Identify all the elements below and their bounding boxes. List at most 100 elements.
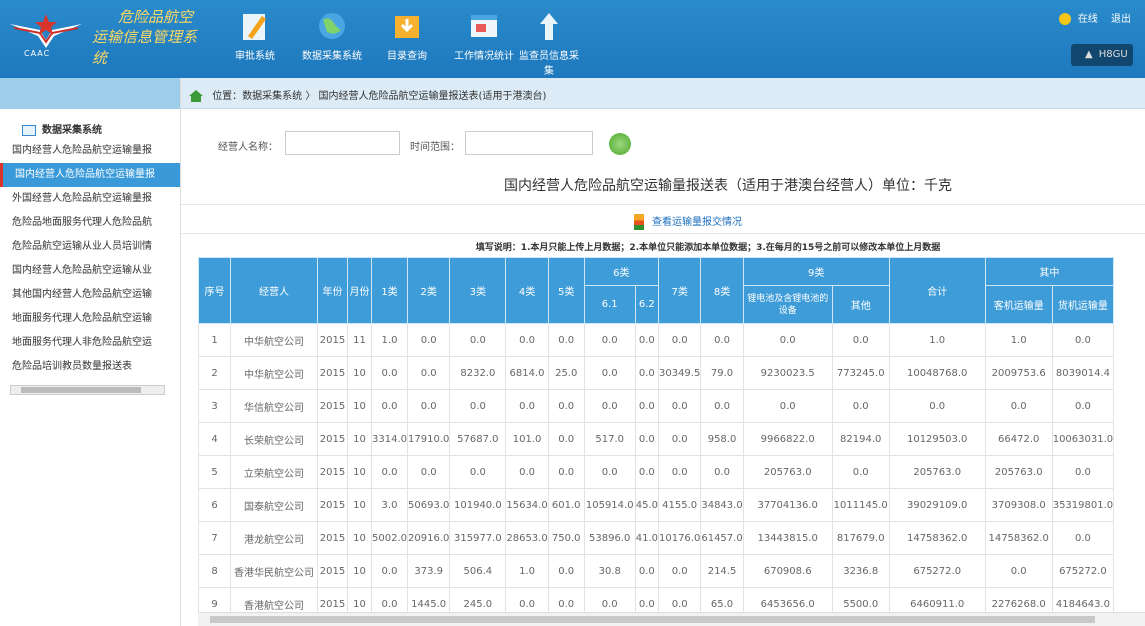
table-cell: 港龙航空公司 [230, 521, 318, 555]
table-cell: 11 [347, 323, 372, 357]
caac-wing-icon [10, 14, 82, 48]
online-status[interactable]: 在线 [1078, 14, 1098, 25]
table-cell: 30.8 [583, 554, 636, 588]
table-row[interactable]: 7 港龙航空公司 2015 10 5002.0 20916.0 315977.0 28653.… [198, 521, 1115, 555]
sidebar-item[interactable]: 危险品培训教员数量报送表 [0, 355, 180, 379]
table-cell: 0.0 [700, 389, 744, 423]
view-submission-link[interactable]: 查看运输量报交情况 [181, 204, 1145, 234]
table-cell: 205763.0 [742, 455, 833, 489]
table-cell: 7 [198, 521, 231, 555]
table-cell: 37704136.0 [742, 488, 833, 522]
table-cell: 82194.0 [831, 422, 890, 456]
tower-icon [540, 13, 558, 40]
table-cell: 0.0 [505, 455, 549, 489]
table-row[interactable]: 4 长荣航空公司 2015 10 3314.0 17910.0 57687.0 101.0 0.… [198, 422, 1115, 456]
table-cell: 2015 [317, 356, 348, 390]
th-class6: 6类 [583, 257, 659, 286]
time-label: 时间范围： [410, 142, 460, 153]
sidebar-scrollbar[interactable] [10, 385, 165, 395]
table-cell: 45.0 [634, 488, 659, 522]
th-class8: 8类 [700, 257, 744, 324]
nav-approval[interactable]: 审批系统 [233, 10, 277, 66]
table-cell: 53896.0 [583, 521, 636, 555]
th-class2: 2类 [406, 257, 451, 324]
table-cell: 10 [347, 422, 372, 456]
sidebar-item[interactable]: 危险品地面服务代理人危险品航 [0, 211, 180, 235]
sidebar-item[interactable]: 国内经营人危险品航空运输从业 [0, 259, 180, 283]
table-cell: 0.0 [742, 323, 833, 357]
table-cell: 立荣航空公司 [230, 455, 318, 489]
table-cell: 0.0 [371, 455, 408, 489]
nav-label: 审批系统 [235, 51, 275, 62]
table-cell: 9230023.5 [742, 356, 833, 390]
table-cell: 1.0 [984, 323, 1053, 357]
sidebar-item[interactable]: 其他国内经营人危险品航空运输 [0, 283, 180, 307]
table-cell: 2015 [317, 422, 348, 456]
table-cell: 0.0 [505, 323, 549, 357]
table-cell: 0.0 [449, 455, 507, 489]
table-row[interactable]: 5 立荣航空公司 2015 10 0.0 0.0 0.0 0.0 0.0 0.0 0.0 0.0 0.0… [198, 455, 1115, 489]
table-cell: 20916.0 [406, 521, 451, 555]
table-cell: 3236.8 [831, 554, 890, 588]
table-row[interactable]: 3 华信航空公司 2015 10 0.0 0.0 0.0 0.0 0.0 0.0 0.0 0.0 0.0… [198, 389, 1115, 423]
table-cell: 1.0 [888, 323, 986, 357]
table-row[interactable]: 8 香港华民航空公司 2015 10 0.0 373.9 506.4 1.0 0.0 30.8 0.… [198, 554, 1115, 588]
table-cell: 0.0 [371, 389, 408, 423]
table-cell: 0.0 [700, 455, 744, 489]
horizontal-scrollbar[interactable] [198, 612, 1145, 626]
sidebar-menu: 国内经营人危险品航空运输量报 国内经营人危险品航空运输量报 外国经营人危险品航空运输… [0, 139, 180, 379]
table-cell: 0.0 [984, 389, 1053, 423]
table-cell: 315977.0 [449, 521, 507, 555]
table-cell: 101940.0 [449, 488, 507, 522]
sidebar-title[interactable]: 数据采集系统 [0, 109, 180, 139]
sidebar-item[interactable]: 外国经营人危险品航空运输量报 [0, 187, 180, 211]
sidebar-item[interactable]: 地面服务代理人危险品航空运输 [0, 307, 180, 331]
table-cell: 958.0 [700, 422, 744, 456]
table-cell: 0.0 [1051, 389, 1115, 423]
scroll-thumb[interactable] [210, 616, 1095, 623]
user-button[interactable]: ▲ H8GU [1071, 44, 1133, 66]
table-cell: 0.0 [634, 422, 659, 456]
sidebar-item[interactable]: 危险品航空运输从业人员培训情 [0, 235, 180, 259]
smile-icon [1058, 13, 1071, 25]
search-button[interactable] [609, 133, 631, 155]
table-cell: 30349.5 [657, 356, 702, 390]
table-cell: 0.0 [888, 389, 986, 423]
sidebar-item[interactable]: 地面服务代理人非危险品航空运 [0, 331, 180, 355]
table-cell: 0.0 [406, 389, 451, 423]
edit-icon [243, 14, 266, 40]
scroll-thumb[interactable] [21, 387, 141, 393]
table-cell: 39029109.0 [888, 488, 986, 522]
nav-catalog-query[interactable]: 目录查询 [384, 10, 430, 66]
table-cell: 10 [347, 521, 372, 555]
caac-text: CAAC [24, 49, 51, 58]
sidebar-item[interactable]: 国内经营人危险品航空运输量报 [0, 139, 180, 163]
table-row[interactable]: 6 国泰航空公司 2015 10 3.0 50693.0 101940.0 15634.0 60… [198, 488, 1115, 522]
logout-link[interactable]: 退出 [1111, 14, 1131, 25]
table-cell: 0.0 [634, 389, 659, 423]
table-row[interactable]: 2 中华航空公司 2015 10 0.0 0.0 8232.0 6814.0 25.0 0.0 0.… [198, 356, 1115, 390]
table-row[interactable]: 1 中华航空公司 2015 11 1.0 0.0 0.0 0.0 0.0 0.0 0.0 0.0 0.0… [198, 323, 1115, 357]
th-class1: 1类 [371, 257, 408, 324]
brand-line1: 危险品航空 [118, 8, 194, 26]
table-cell: 中华航空公司 [230, 323, 318, 357]
table-cell: 10 [347, 356, 372, 390]
table-cell: 57687.0 [449, 422, 507, 456]
nav-work-statistics[interactable]: 工作情况统计 [452, 10, 516, 66]
nav-data-collection[interactable]: 数据采集系统 [302, 10, 362, 66]
table-cell: 0.0 [406, 356, 451, 390]
sidebar-item[interactable]: 国内经营人危险品航空运输量报 [0, 163, 180, 187]
sidebar: 数据采集系统 国内经营人危险品航空运输量报 国内经营人危险品航空运输量报 外国经营人… [0, 78, 181, 626]
nav-label: 目录查询 [387, 51, 427, 62]
home-icon[interactable] [189, 90, 203, 102]
logo: CAAC 危险品航空 运输信息管理系统 [0, 0, 208, 78]
th-class9-other: 其他 [831, 285, 890, 324]
table-cell: 5 [198, 455, 231, 489]
table-cell: 0.0 [634, 554, 659, 588]
th-class9: 9类 [742, 257, 890, 286]
nav-inspector-info[interactable]: 监查员信息采集 [517, 10, 581, 77]
table-cell: 6814.0 [505, 356, 549, 390]
operator-input[interactable] [285, 131, 400, 155]
nav-label: 工作情况统计 [454, 51, 514, 62]
time-range-input[interactable] [465, 131, 593, 155]
